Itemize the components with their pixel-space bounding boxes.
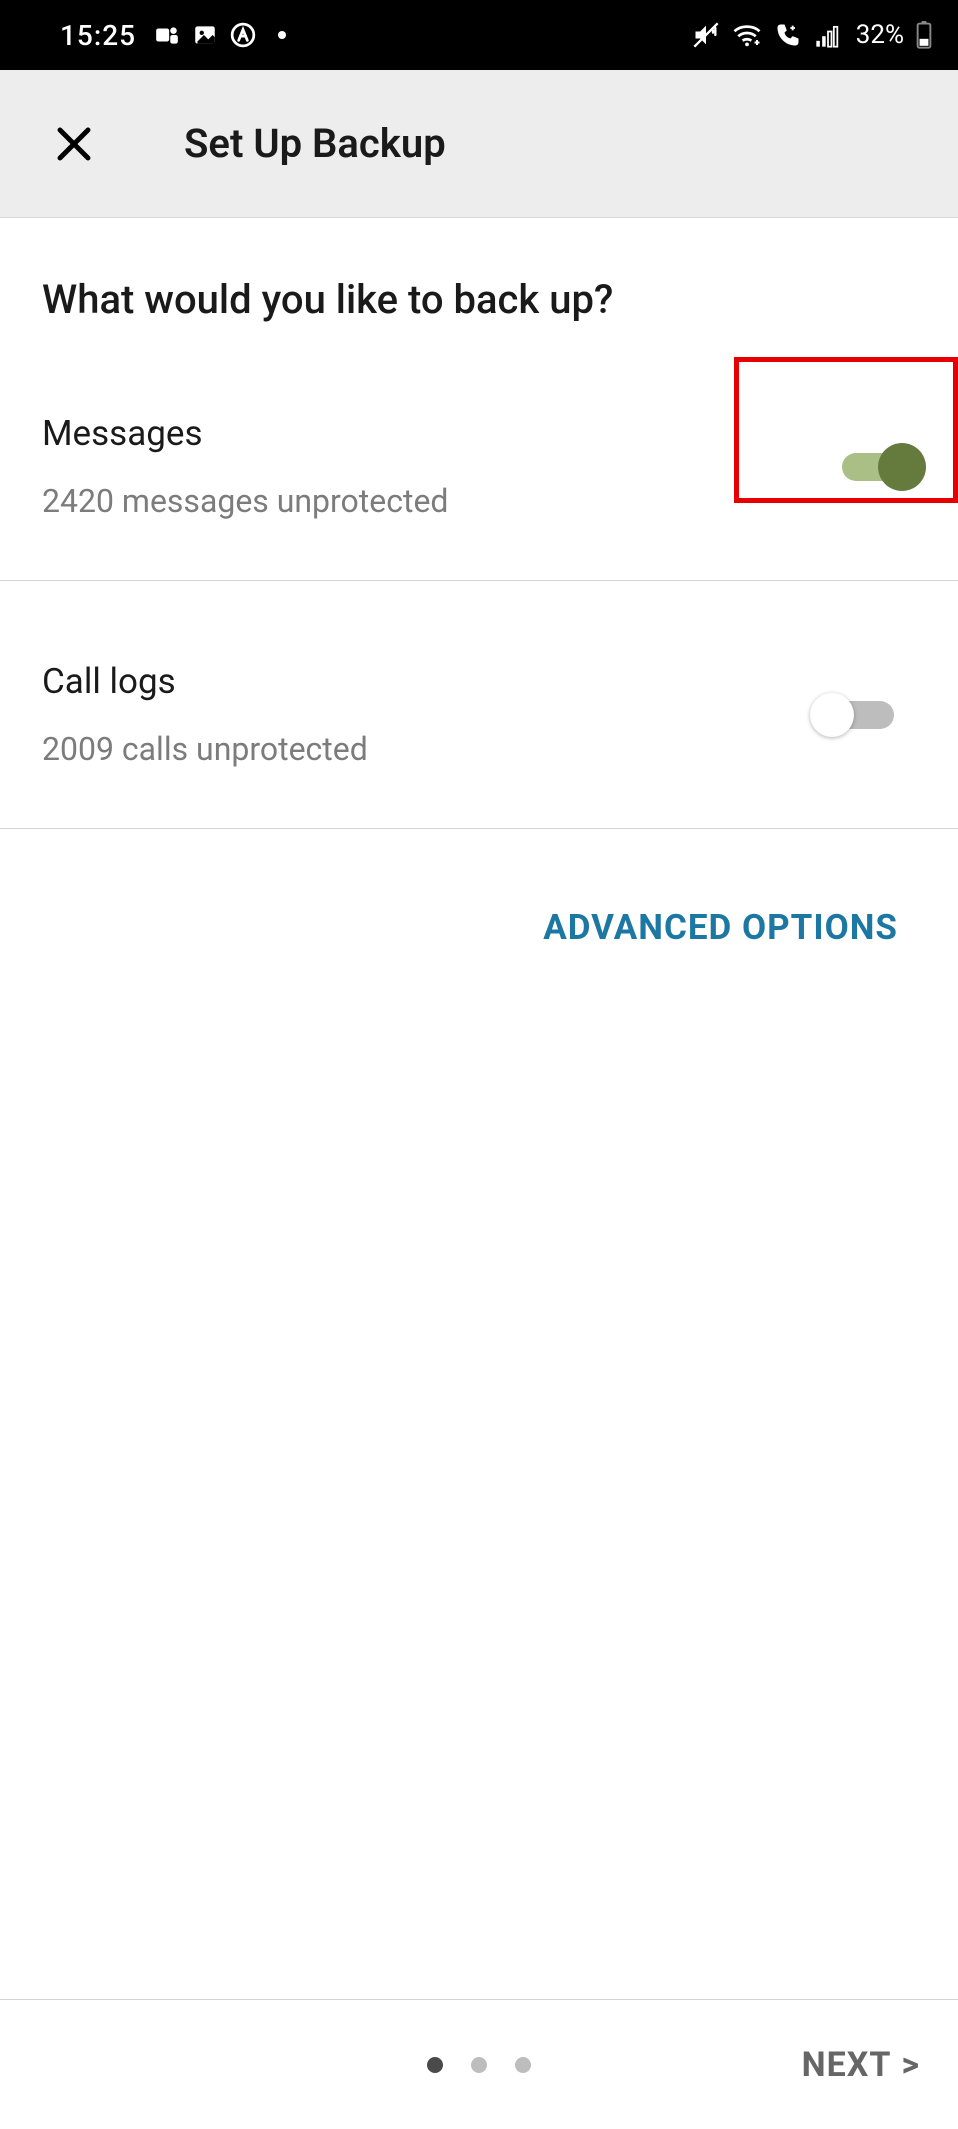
page-indicator — [427, 2057, 531, 2073]
item-subtitle: 2420 messages unprotected — [42, 482, 448, 520]
wifi-icon — [732, 22, 762, 48]
page-dot-2 — [471, 2057, 487, 2073]
item-title: Messages — [42, 413, 448, 454]
list-item-call-logs[interactable]: Call logs 2009 calls unprotected — [0, 581, 958, 829]
page-dot-1 — [427, 2057, 443, 2073]
mute-icon — [692, 21, 720, 49]
status-bar: 15:25 32% — [0, 0, 958, 70]
call-icon — [774, 21, 802, 49]
page-dot-3 — [515, 2057, 531, 2073]
footer-bar: NEXT > — [0, 1999, 958, 2129]
chevron-right-icon: > — [901, 2045, 920, 2085]
circle-a-icon — [230, 22, 256, 48]
toggle-call-logs[interactable] — [820, 701, 894, 729]
item-subtitle: 2009 calls unprotected — [42, 730, 368, 768]
more-notifications-dot — [278, 31, 286, 39]
teams-icon — [154, 22, 180, 48]
close-button[interactable] — [44, 114, 104, 174]
battery-percentage: 32% — [856, 20, 904, 50]
battery-icon — [916, 21, 932, 49]
backup-options-list: Messages 2420 messages unprotected Call … — [0, 363, 958, 829]
status-right-group: 32% — [692, 20, 932, 50]
page-title: Set Up Backup — [184, 120, 446, 167]
status-left-group: 15:25 — [60, 19, 286, 52]
advanced-options-button[interactable]: ADVANCED OPTIONS — [0, 829, 958, 948]
signal-icon — [814, 22, 842, 48]
list-item-messages[interactable]: Messages 2420 messages unprotected — [0, 363, 958, 581]
image-icon — [192, 22, 218, 48]
next-button[interactable]: NEXT > — [802, 2045, 920, 2085]
status-time: 15:25 — [60, 19, 136, 52]
next-label: NEXT — [802, 2045, 892, 2085]
main-content: What would you like to back up? Messages… — [0, 218, 958, 1999]
section-heading: What would you like to back up? — [0, 218, 958, 363]
toggle-messages[interactable] — [842, 453, 916, 481]
app-bar: Set Up Backup — [0, 70, 958, 218]
item-title: Call logs — [42, 661, 368, 702]
